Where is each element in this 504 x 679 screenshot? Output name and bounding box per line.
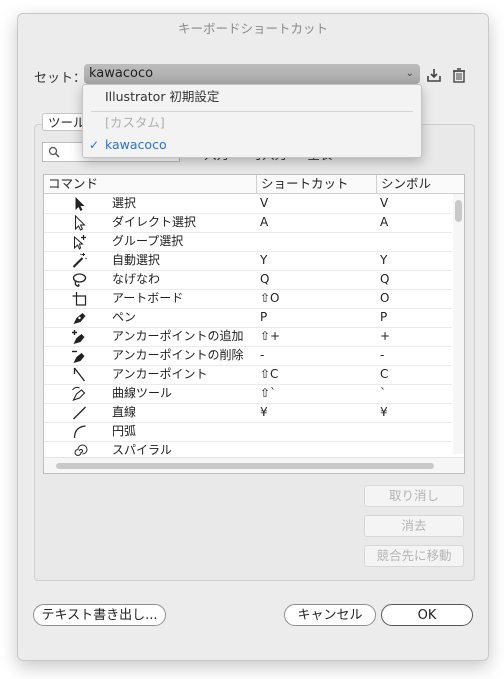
table-row[interactable]: 円弧 <box>44 422 452 442</box>
horizontal-scrollbar[interactable] <box>44 457 464 473</box>
symbol-value: Q <box>380 272 390 286</box>
command-name: 選択 <box>112 196 137 210</box>
symbol-value: C <box>380 367 389 381</box>
set-label: セット： <box>34 71 87 86</box>
anchor-point-icon <box>70 366 88 383</box>
symbol-value: A <box>380 215 389 229</box>
command-name: ペン <box>112 310 137 324</box>
set-dropdown-menu: Illustrator 初期設定 [カスタム] ✓ kawacoco <box>82 84 422 158</box>
vertical-scrollbar[interactable] <box>453 194 464 454</box>
table-header: コマンド ショートカット シンボル <box>44 175 464 194</box>
command-name: 曲線ツール <box>112 386 173 400</box>
symbol-value: ` <box>380 386 386 400</box>
pen-icon <box>70 309 88 326</box>
command-name: 直線 <box>112 405 137 419</box>
undo-button[interactable]: 取り消し <box>364 485 464 507</box>
shortcut-value[interactable]: ⇧O <box>260 289 280 308</box>
ok-button[interactable]: OK <box>381 604 473 626</box>
table-row[interactable]: グループ選択 <box>44 232 452 252</box>
shortcut-value[interactable]: A <box>260 213 268 232</box>
symbol-value: P <box>380 310 388 324</box>
shortcut-value[interactable]: P <box>260 308 267 327</box>
horizontal-scroll-thumb[interactable] <box>56 463 434 469</box>
table-row[interactable]: 選択 V V <box>44 194 452 214</box>
shortcut-value[interactable]: ⇧+ <box>260 327 280 346</box>
command-name: グループ選択 <box>112 234 184 248</box>
table-row[interactable]: 直線 ¥ ¥ <box>44 403 452 423</box>
dropdown-item-custom: [カスタム] <box>105 115 165 130</box>
add-anchor-icon <box>70 328 88 345</box>
magic-wand-icon <box>70 252 88 269</box>
table-row[interactable]: ペン P P <box>44 308 452 328</box>
symbol-value: O <box>380 291 390 305</box>
command-name: アンカーポイント <box>112 367 208 381</box>
column-header-shortcut[interactable]: ショートカット <box>256 175 376 193</box>
group-selection-icon <box>70 233 88 250</box>
shortcut-value[interactable]: Y <box>260 251 267 270</box>
goto-conflict-button[interactable]: 競合先に移動 <box>364 545 464 567</box>
arc-icon <box>70 423 88 440</box>
set-select-value: kawacoco <box>89 66 154 81</box>
column-header-symbol[interactable]: シンボル <box>376 175 456 193</box>
symbol-value: - <box>380 348 385 362</box>
table-row[interactable]: アンカーポイント ⇧C C <box>44 365 452 385</box>
dropdown-item-illustrator-defaults[interactable]: Illustrator 初期設定 <box>83 87 421 107</box>
direct-selection-icon <box>70 214 88 231</box>
dropdown-item-kawacoco[interactable]: ✓ kawacoco <box>83 135 421 155</box>
command-name: アンカーポイントの削除 <box>112 348 244 362</box>
shortcut-value[interactable]: ¥ <box>260 403 268 422</box>
symbol-value: Y <box>380 253 388 267</box>
search-icon <box>48 146 60 161</box>
line-segment-icon <box>70 404 88 421</box>
shortcut-value[interactable]: Q <box>260 270 269 289</box>
table-row[interactable]: アンカーポイントの追加 ⇧+ + <box>44 327 452 347</box>
cancel-button[interactable]: キャンセル <box>284 604 376 626</box>
export-text-button[interactable]: テキスト書き出し... <box>33 604 166 626</box>
command-name: 円弧 <box>112 424 137 438</box>
save-set-icon[interactable] <box>426 67 442 83</box>
table-row[interactable]: アンカーポイントの削除 - - <box>44 346 452 366</box>
command-name: なげなわ <box>112 272 161 286</box>
chevron-down-icon: ⌄ <box>405 68 414 79</box>
column-header-command[interactable]: コマンド <box>44 175 256 193</box>
symbol-value: ¥ <box>380 405 388 419</box>
clear-button[interactable]: 消去 <box>364 515 464 537</box>
curvature-icon <box>70 385 88 402</box>
shortcuts-table: コマンド ショートカット シンボル 選択 V V ダイレクト選択 A A グループ選択 自動選… <box>43 174 465 474</box>
delete-anchor-icon <box>70 347 88 364</box>
shortcut-value[interactable]: ⇧` <box>260 384 276 403</box>
checkmark-icon: ✓ <box>89 138 100 152</box>
table-row[interactable]: アートボード ⇧O O <box>44 289 452 309</box>
shortcut-value[interactable]: - <box>260 346 264 365</box>
table-row[interactable]: 自動選択 Y Y <box>44 251 452 271</box>
lasso-icon <box>70 271 88 288</box>
command-name: アートボード <box>112 291 184 305</box>
artboard-icon <box>70 290 88 307</box>
table-row[interactable]: なげなわ Q Q <box>44 270 452 290</box>
vertical-scroll-thumb[interactable] <box>455 200 462 222</box>
dialog-title: キーボードショートカット <box>177 21 328 36</box>
shortcut-value[interactable]: ⇧C <box>260 365 278 384</box>
dropdown-divider <box>91 111 413 112</box>
table-row[interactable]: 曲線ツール ⇧` ` <box>44 384 452 404</box>
command-name: ダイレクト選択 <box>112 215 197 229</box>
selection-arrow-icon <box>70 195 88 212</box>
symbol-value: + <box>380 329 391 343</box>
trash-icon[interactable] <box>451 67 467 83</box>
set-select[interactable]: kawacoco ⌄ <box>84 64 420 84</box>
command-name: アンカーポイントの追加 <box>112 329 244 343</box>
symbol-value: V <box>380 196 389 210</box>
shortcut-value[interactable]: V <box>260 194 268 213</box>
table-row[interactable]: ダイレクト選択 A A <box>44 213 452 233</box>
command-name: 自動選択 <box>112 253 161 267</box>
